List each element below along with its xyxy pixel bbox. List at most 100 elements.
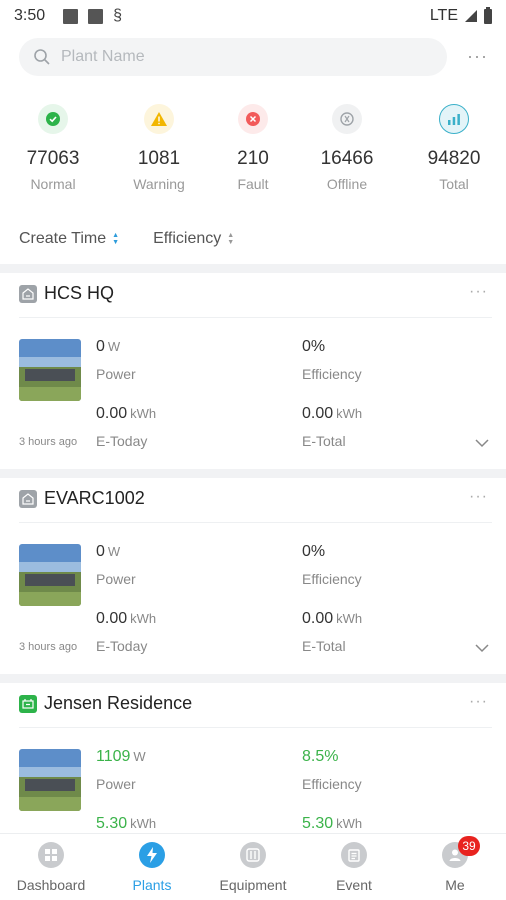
stat-label: Warning — [133, 176, 185, 192]
metric-unit: W — [107, 544, 121, 559]
e-total-metric: 0.00 kWh E-Total — [302, 610, 362, 654]
more-options-icon[interactable]: ··· — [469, 693, 488, 711]
notification-badge: 39 — [458, 836, 480, 856]
sort-create-time[interactable]: Create Time ▲ ▼ — [19, 230, 119, 248]
card-header: EVARC1002 — [19, 488, 145, 509]
status-summary: 77063 Normal 1081 Warning 210 Fault 1646… — [0, 104, 506, 204]
updated-time: 3 hours ago — [19, 436, 78, 448]
metric-label: Power — [96, 366, 136, 382]
signal-icon — [465, 10, 477, 22]
stat-label: Total — [439, 176, 469, 192]
metric-label: E-Today — [96, 638, 148, 654]
status-bar: 3:50 § LTE — [0, 0, 506, 32]
search-box[interactable] — [19, 38, 447, 76]
efficiency-metric: 0% Efficiency — [302, 543, 362, 587]
sort-arrows-icon: ▲ ▼ — [112, 232, 120, 246]
network-type: LTE — [429, 7, 458, 24]
metric-label: Efficiency — [302, 776, 362, 792]
updated-time: 3 hours ago — [19, 641, 78, 653]
sort-arrows-icon: ▲ ▼ — [227, 232, 235, 246]
plant-card[interactable]: Jensen Residence ··· 1109 W Power 8.5% Ef… — [0, 683, 506, 833]
fault-icon — [238, 104, 268, 134]
stat-normal[interactable]: 77063 Normal — [3, 104, 103, 192]
warning-icon — [144, 104, 174, 134]
event-icon — [341, 842, 367, 868]
nav-label: Dashboard — [16, 877, 86, 893]
metric-label: E-Today — [96, 433, 148, 449]
offline-plant-icon — [19, 489, 37, 508]
sort-label: Efficiency — [153, 230, 222, 247]
divider — [19, 727, 492, 728]
chevron-down-icon[interactable] — [474, 435, 490, 451]
nav-label: Event — [336, 877, 372, 893]
metric-value: 1109 — [96, 748, 131, 765]
e-today-metric: 0.00 kWh E-Today — [96, 610, 156, 654]
metric-value: 5.30 — [96, 815, 128, 832]
stat-label: Offline — [326, 176, 368, 192]
sort-label: Create Time — [19, 230, 107, 247]
stat-warning[interactable]: 1081 Warning — [109, 104, 209, 192]
plant-thumbnail — [19, 749, 81, 811]
battery-icon — [484, 6, 492, 24]
plant-thumbnail — [19, 339, 81, 401]
search-icon — [34, 49, 50, 65]
plant-name: HCS HQ — [44, 283, 115, 303]
more-options-icon[interactable]: ··· — [469, 283, 488, 301]
plant-card[interactable]: HCS HQ ··· 0W Power 0% Efficiency 0.00 kW… — [0, 273, 506, 468]
power-metric: 1109 W Power — [96, 748, 146, 792]
stat-fault[interactable]: 210 Fault — [203, 104, 303, 192]
metric-label: E-Total — [302, 433, 346, 449]
more-options-icon[interactable]: ··· — [469, 488, 488, 506]
e-total-metric: 0.00 kWh E-Total — [302, 405, 362, 449]
metric-value: 8.5% — [302, 748, 339, 765]
stat-value: 77063 — [26, 148, 80, 169]
notification-icon — [63, 8, 79, 24]
more-options-icon[interactable]: ··· — [467, 46, 488, 67]
chevron-down-icon[interactable] — [474, 640, 490, 656]
search-row: ··· — [0, 38, 506, 78]
online-plant-icon — [19, 694, 37, 713]
search-input[interactable] — [61, 48, 401, 66]
stat-value: 16466 — [320, 148, 374, 169]
divider — [0, 469, 506, 478]
dashboard-icon — [38, 842, 64, 868]
divider — [19, 522, 492, 523]
nav-label: Me — [445, 877, 465, 893]
metric-label: Power — [96, 776, 136, 792]
metric-unit: W — [133, 749, 146, 764]
metric-label: Power — [96, 571, 136, 587]
metric-value: 5.30 — [302, 815, 334, 832]
sort-bar: Create Time ▲ ▼ Efficiency ▲ ▼ — [19, 230, 234, 248]
metric-label: Efficiency — [302, 366, 362, 382]
metric-unit: kWh — [130, 816, 157, 831]
metric-value: 0% — [302, 543, 326, 560]
metric-value: 0.00 — [96, 405, 128, 422]
metric-unit: W — [107, 339, 121, 354]
divider — [19, 317, 492, 318]
metric-value: 0.00 — [96, 610, 128, 627]
metric-unit: kWh — [130, 406, 157, 421]
nav-event[interactable]: Event — [304, 842, 404, 893]
nav-dashboard[interactable]: Dashboard — [1, 842, 101, 893]
sort-efficiency[interactable]: Efficiency ▲ ▼ — [153, 230, 234, 248]
power-metric: 0W Power — [96, 338, 136, 382]
nav-plants[interactable]: Plants — [102, 842, 202, 893]
chart-icon — [439, 104, 469, 134]
divider — [0, 674, 506, 683]
plant-card[interactable]: EVARC1002 ··· 0W Power 0% Efficiency 0.0… — [0, 478, 506, 673]
offline-icon — [332, 104, 362, 134]
check-icon — [38, 104, 68, 134]
bottom-nav: Dashboard Plants Equipment Event 39 Me — [0, 833, 506, 900]
divider — [0, 264, 506, 273]
plant-name: EVARC1002 — [44, 488, 145, 508]
stat-total[interactable]: 94820 Total — [404, 104, 504, 192]
notification-icon — [88, 8, 104, 24]
nav-me[interactable]: 39 Me — [405, 836, 505, 893]
metric-value: 0% — [302, 338, 326, 355]
stat-offline[interactable]: 16466 Offline — [297, 104, 397, 192]
status-time: 3:50 — [14, 7, 46, 24]
power-metric: 0W Power — [96, 543, 136, 587]
sync-icon: § — [113, 7, 123, 24]
nav-equipment[interactable]: Equipment — [203, 842, 303, 893]
offline-plant-icon — [19, 284, 37, 303]
